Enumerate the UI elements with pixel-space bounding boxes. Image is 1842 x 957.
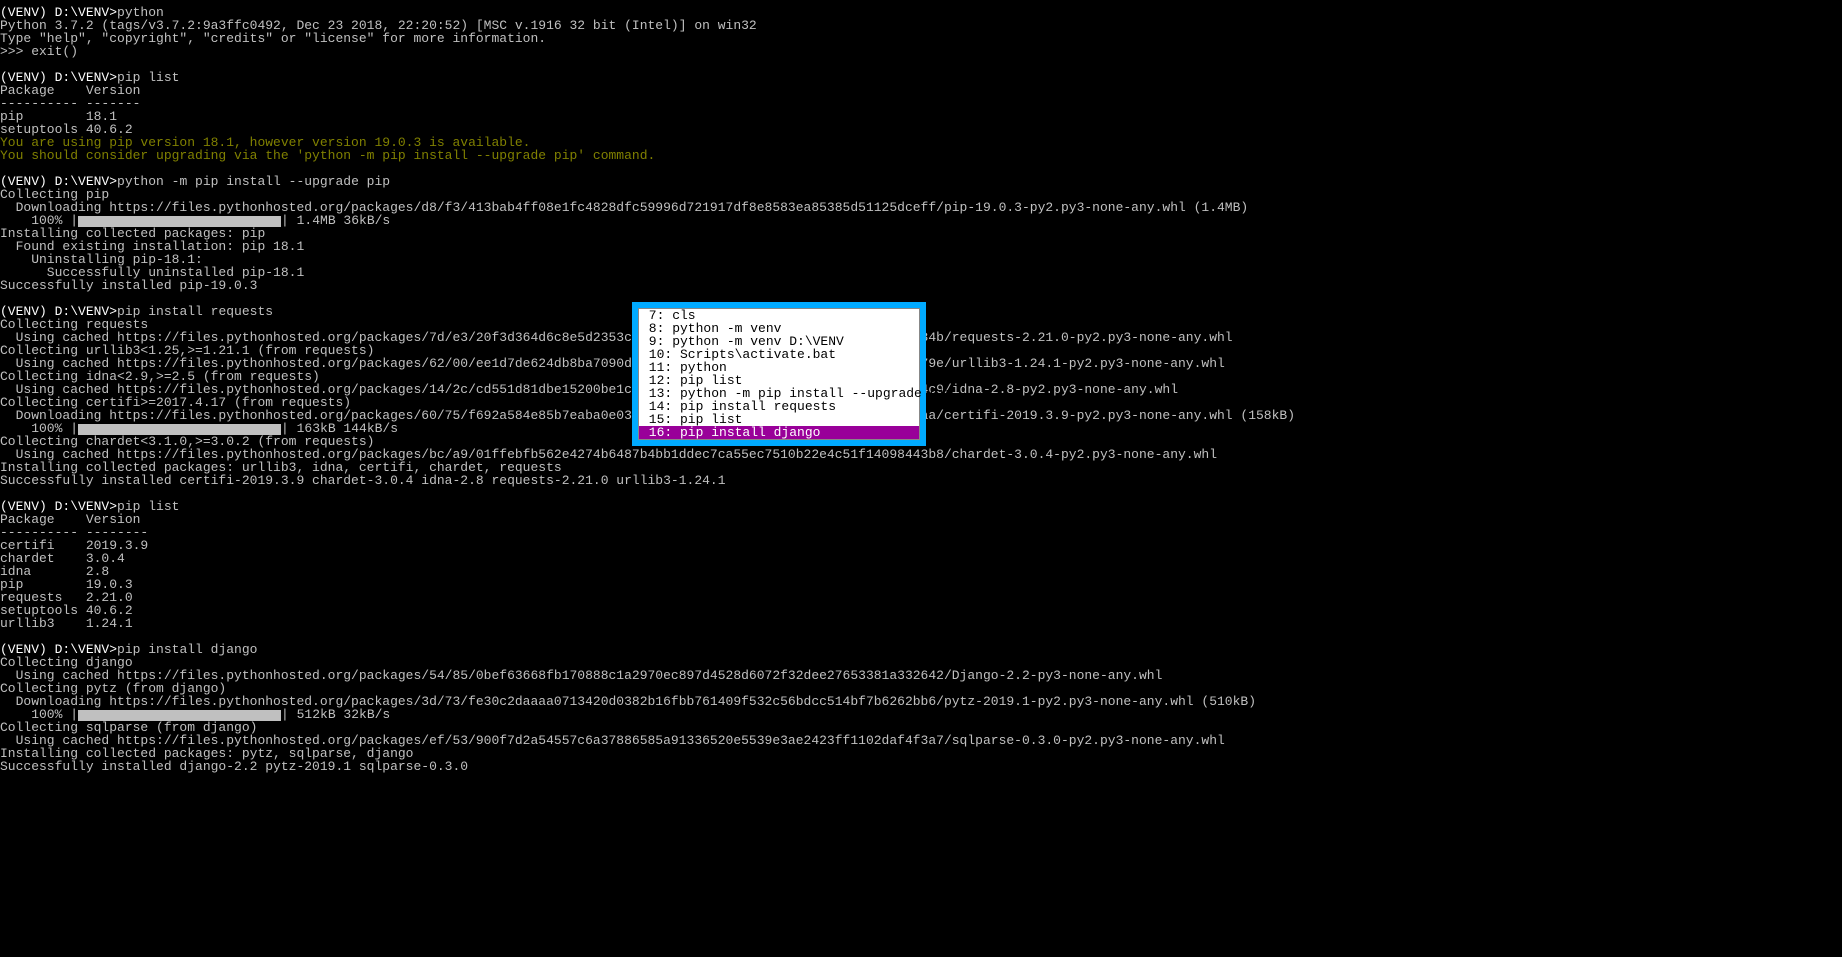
output-line: Package Version — [0, 84, 1842, 97]
output-line: Type "help", "copyright", "credits" or "… — [0, 32, 1842, 45]
progress-line: 100% || 512kB 32kB/s — [0, 708, 1842, 721]
blank-line — [0, 630, 1842, 643]
prompt-line: (VENV) D:\VENV>python -m pip install --u… — [0, 175, 1842, 188]
output-line: Successfully installed certifi-2019.3.9 … — [0, 474, 1842, 487]
output-line: Downloading https://files.pythonhosted.o… — [0, 201, 1842, 214]
output-line: ---------- -------- — [0, 526, 1842, 539]
output-line: setuptools 40.6.2 — [0, 604, 1842, 617]
output-line: certifi 2019.3.9 — [0, 539, 1842, 552]
blank-line — [0, 487, 1842, 500]
history-item[interactable]: 16: pip install django — [639, 426, 919, 439]
output-line: pip 18.1 — [0, 110, 1842, 123]
command-text: python -m pip install --upgrade pip — [117, 174, 390, 189]
command-text: pip install django — [117, 642, 257, 657]
prompt-line: (VENV) D:\VENV>pip install django — [0, 643, 1842, 656]
output-line: requests 2.21.0 — [0, 591, 1842, 604]
output-line: Downloading https://files.pythonhosted.o… — [0, 695, 1842, 708]
output-line: Successfully installed pip-19.0.3 — [0, 279, 1842, 292]
output-line: ---------- ------- — [0, 97, 1842, 110]
command-history-popup[interactable]: 7: cls 8: python -m venv 9: python -m ve… — [632, 302, 926, 446]
output-line: Using cached https://files.pythonhosted.… — [0, 669, 1842, 682]
output-line: Package Version — [0, 513, 1842, 526]
blank-line — [0, 58, 1842, 71]
output-line: chardet 3.0.4 — [0, 552, 1842, 565]
progress-tail: | 1.4MB 36kB/s — [281, 213, 390, 228]
output-line: Successfully uninstalled pip-18.1 — [0, 266, 1842, 279]
progress-tail: | 512kB 32kB/s — [281, 707, 390, 722]
output-line: You should consider upgrading via the 'p… — [0, 149, 1842, 162]
output-line: urllib3 1.24.1 — [0, 617, 1842, 630]
prompt-line: (VENV) D:\VENV>pip list — [0, 71, 1842, 84]
output-line: idna 2.8 — [0, 565, 1842, 578]
output-line: Found existing installation: pip 18.1 — [0, 240, 1842, 253]
prompt-line: (VENV) D:\VENV>pip list — [0, 500, 1842, 513]
progress-bar-fill — [78, 216, 281, 227]
progress-bar-fill — [78, 710, 281, 721]
output-line: pip 19.0.3 — [0, 578, 1842, 591]
progress-bar-fill — [78, 424, 281, 435]
progress-line: 100% || 1.4MB 36kB/s — [0, 214, 1842, 227]
output-line: Successfully installed django-2.2 pytz-2… — [0, 760, 1842, 773]
output-line: >>> exit() — [0, 45, 1842, 58]
